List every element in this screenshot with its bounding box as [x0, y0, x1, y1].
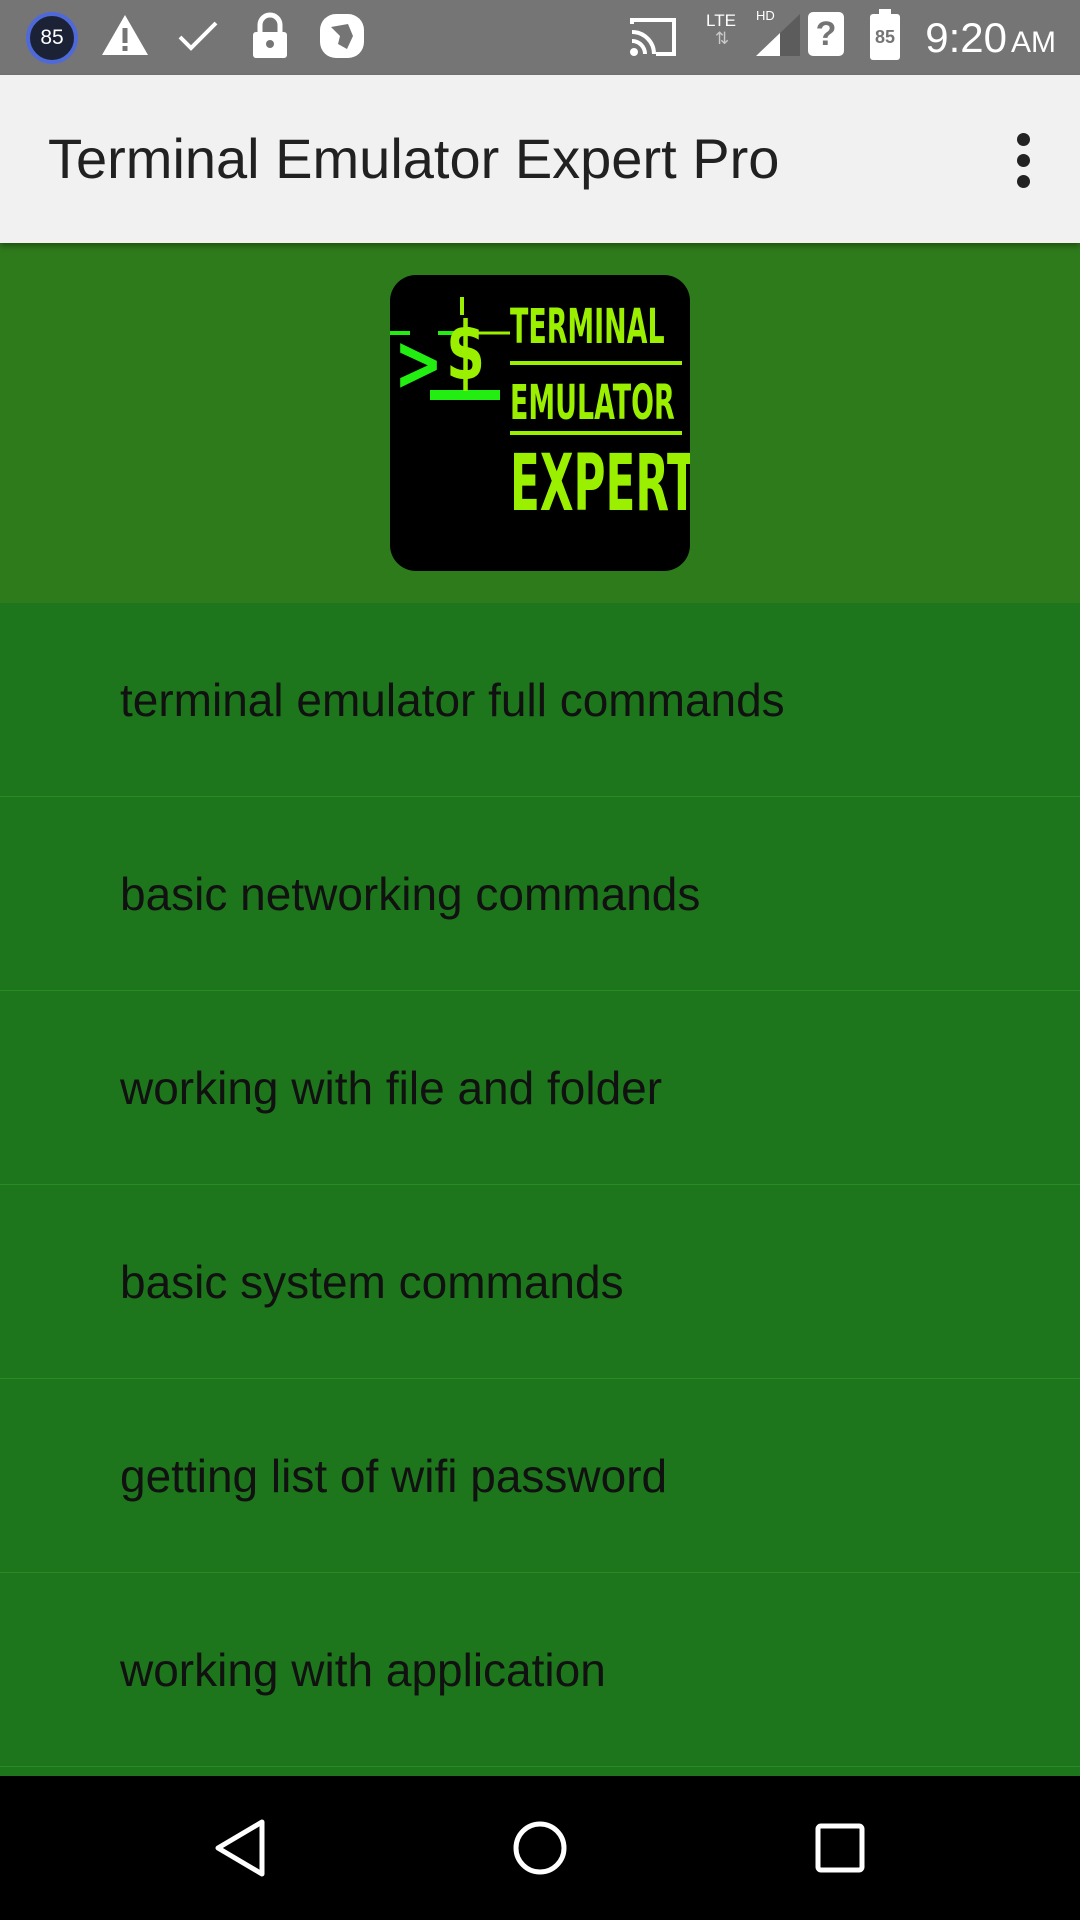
- app-logo: > $ TERMINAL EMULATOR EXPERT: [390, 275, 690, 571]
- list-item-label: getting list of wifi password: [120, 1449, 668, 1502]
- more-vert-icon-dot: [1016, 132, 1030, 146]
- status-time: 9:20 AM: [925, 10, 1056, 71]
- app-title: Terminal Emulator Expert Pro: [48, 127, 780, 190]
- cast-icon: [628, 16, 678, 63]
- check-icon: [176, 18, 220, 59]
- battery-icon: 85: [870, 9, 900, 60]
- more-vert-icon-dot: [1016, 153, 1030, 167]
- notification-badge-icon: 85: [26, 12, 78, 64]
- sim-unknown-icon: ?: [808, 12, 844, 56]
- header-banner: > $ TERMINAL EMULATOR EXPERT: [0, 243, 1080, 603]
- list-item[interactable]: working with file and folder: [0, 991, 1080, 1185]
- logo-line-expert: EXPERT: [510, 439, 690, 529]
- back-button[interactable]: [190, 1798, 290, 1898]
- more-options-button[interactable]: [988, 125, 1058, 195]
- navigation-bar: [0, 1776, 1080, 1920]
- logo-line-terminal: TERMINAL: [510, 299, 665, 355]
- sim-unknown-label: ?: [815, 15, 837, 53]
- logo-prompt-symbol: >: [394, 319, 444, 409]
- data-arrows-icon: ⇅: [714, 29, 729, 48]
- list-item[interactable]: basic networking commands: [0, 797, 1080, 991]
- recents-icon: [815, 1823, 865, 1873]
- home-button[interactable]: [490, 1798, 590, 1898]
- more-vert-icon-dot: [1016, 174, 1030, 188]
- home-icon: [513, 1821, 567, 1875]
- logo-divider: [510, 361, 682, 365]
- list-item[interactable]: working with application: [0, 1573, 1080, 1767]
- recents-button[interactable]: [790, 1798, 890, 1898]
- logo-line-emulator: EMULATOR: [510, 375, 675, 431]
- status-time-value: 9:20: [925, 14, 1007, 61]
- status-time-ampm: AM: [1011, 26, 1056, 59]
- list-item[interactable]: terminal emulator full commands: [0, 603, 1080, 797]
- list-item-label: terminal emulator full commands: [120, 673, 785, 726]
- status-bar: 85 LTE ⇅ HD ? 85 9:20 AM: [0, 0, 1080, 75]
- back-icon: [215, 1819, 265, 1877]
- list-item-label: working with application: [120, 1643, 606, 1696]
- logo-divider: [510, 431, 682, 435]
- list-item-label: working with file and folder: [120, 1061, 663, 1114]
- commands-menu-list: terminal emulator full commands basic ne…: [0, 603, 1080, 1767]
- app-notification-icon: [318, 12, 366, 65]
- notification-badge-count: 85: [40, 26, 64, 49]
- app-bar: Terminal Emulator Expert Pro: [0, 75, 1080, 243]
- list-item-label: basic networking commands: [120, 867, 701, 920]
- lock-icon: [250, 12, 290, 65]
- network-type: LTE ⇅: [706, 12, 736, 48]
- list-item-label: basic system commands: [120, 1255, 624, 1308]
- list-item[interactable]: basic system commands: [0, 1185, 1080, 1379]
- network-type-label: LTE: [706, 11, 736, 30]
- warning-icon: [100, 12, 150, 63]
- battery-level: 85: [874, 27, 896, 47]
- hd-label: HD: [756, 8, 775, 23]
- logo-dollar-symbol: $: [446, 305, 485, 398]
- list-item[interactable]: getting list of wifi password: [0, 1379, 1080, 1573]
